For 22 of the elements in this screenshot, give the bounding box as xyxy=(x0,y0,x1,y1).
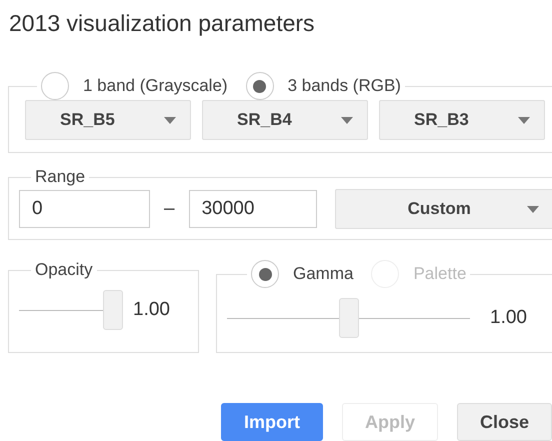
caret-icon xyxy=(164,116,176,124)
caret-icon xyxy=(526,206,539,212)
range-mode-dropdown[interactable]: Custom xyxy=(334,189,552,229)
slider-track[interactable] xyxy=(19,290,123,330)
band-dropdown[interactable]: SR_B5 xyxy=(25,100,191,140)
slider-thumb[interactable] xyxy=(338,298,358,338)
radio-option[interactable]: Gamma xyxy=(251,260,354,288)
slider-track[interactable] xyxy=(227,298,470,338)
range-separator: – xyxy=(164,198,175,220)
caret-icon xyxy=(341,116,353,124)
close-button[interactable]: Close xyxy=(457,403,552,441)
caret-icon xyxy=(518,116,530,124)
dialog-title: 2013 visualization parameters xyxy=(9,10,316,36)
range-max-field[interactable]: 30000 xyxy=(188,190,317,228)
range-legend: Range xyxy=(35,167,86,187)
range-min-field[interactable]: 0 xyxy=(19,190,150,228)
gamma-value: 1.00 xyxy=(490,307,527,329)
band-dropdown[interactable]: SR_B4 xyxy=(202,100,368,140)
opacity-legend: Opacity xyxy=(35,260,93,280)
opacity-value: 1.00 xyxy=(133,299,170,321)
slider-thumb[interactable] xyxy=(102,290,123,330)
band-dropdown[interactable]: SR_B3 xyxy=(379,100,545,140)
